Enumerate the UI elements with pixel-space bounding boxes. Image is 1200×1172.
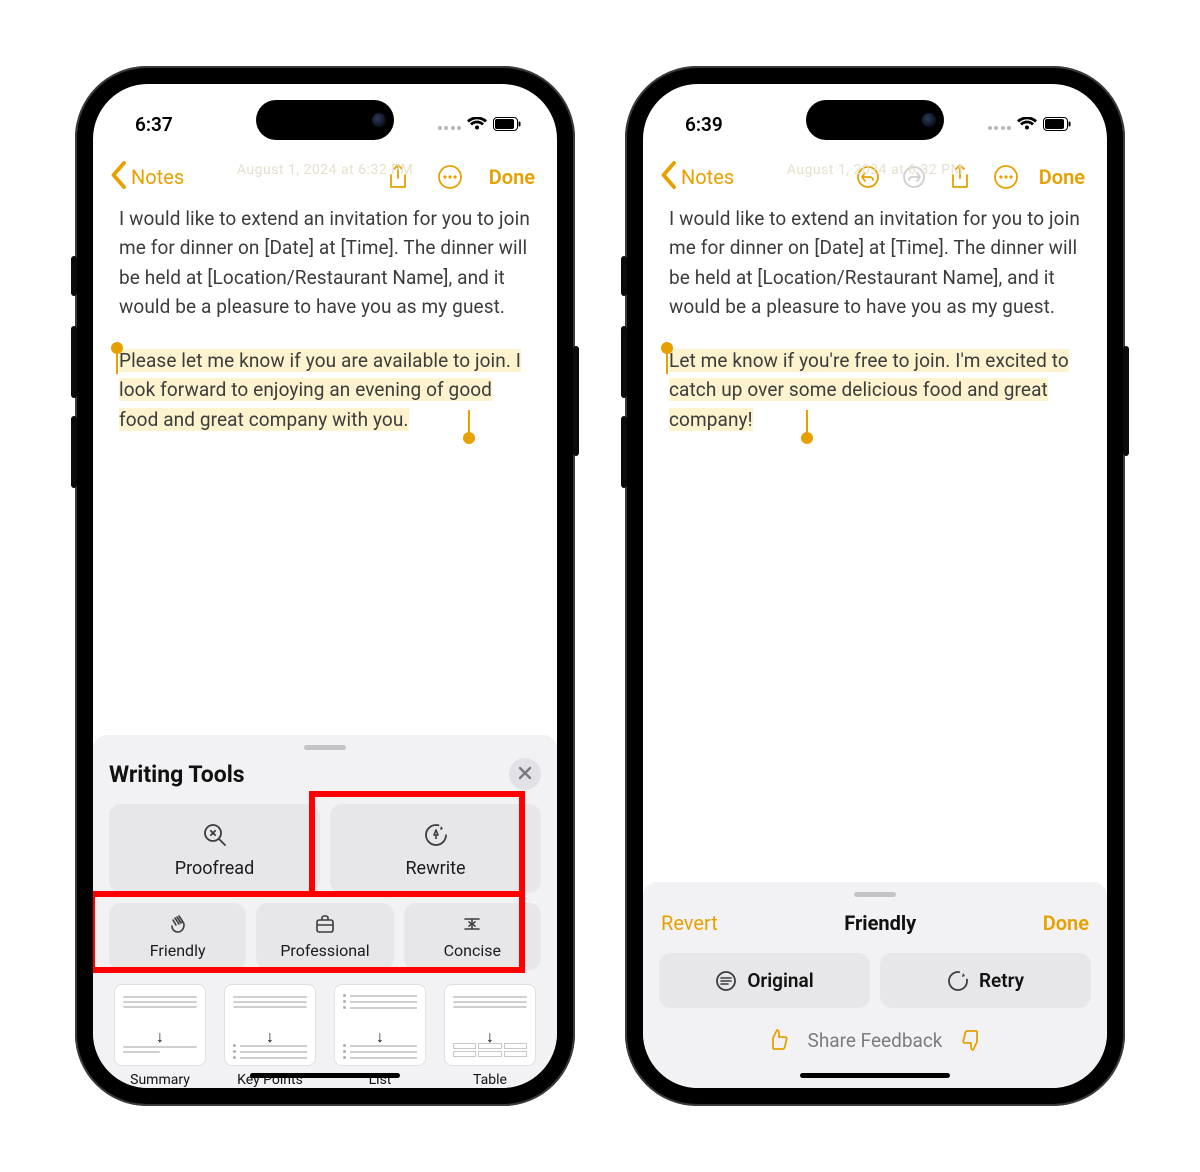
friendly-button[interactable]: Friendly xyxy=(109,903,246,970)
result-mode-label: Friendly xyxy=(844,911,916,935)
more-icon[interactable] xyxy=(993,164,1019,190)
clock: 6:39 xyxy=(685,113,723,136)
original-button[interactable]: Original xyxy=(659,953,870,1008)
power-button xyxy=(573,346,579,456)
retry-button[interactable]: Retry xyxy=(880,953,1091,1008)
back-label: Notes xyxy=(681,165,734,189)
note-timestamp: August 1, 2024 at 6:32 PM xyxy=(237,162,413,178)
professional-button[interactable]: Professional xyxy=(256,903,393,970)
back-button[interactable]: Notes xyxy=(657,160,734,194)
writing-tools-sheet: Writing Tools Proofread xyxy=(93,735,557,1088)
proofread-button[interactable]: Proofread xyxy=(109,804,320,893)
wave-icon xyxy=(167,913,189,935)
thumbs-up-button[interactable] xyxy=(766,1028,790,1052)
note-body[interactable]: I would like to extend an invitation for… xyxy=(93,204,557,735)
volume-button xyxy=(621,256,627,296)
keypoints-thumb-icon: ↓ xyxy=(224,984,316,1066)
note-paragraph-2-selected: Let me know if you're free to join. I'm … xyxy=(669,349,1069,431)
concise-icon xyxy=(461,913,483,935)
screen: 6:39 August 1, 2024 at 6:32 PM Notes xyxy=(643,84,1107,1088)
rewrite-button[interactable]: Rewrite xyxy=(330,804,541,893)
close-icon xyxy=(518,765,532,784)
dynamic-island xyxy=(256,100,394,140)
sheet-title: Writing Tools xyxy=(109,761,245,788)
list-thumb-icon: ↓ xyxy=(334,984,426,1066)
wifi-icon xyxy=(1017,117,1037,132)
note-paragraph-2-selected: Please let me know if you are available … xyxy=(119,349,521,431)
cellular-icon xyxy=(438,118,462,130)
note-paragraph-1: I would like to extend an invitation for… xyxy=(119,204,531,322)
home-indicator[interactable] xyxy=(250,1073,400,1078)
concise-button[interactable]: Concise xyxy=(404,903,541,970)
power-button xyxy=(1123,346,1129,456)
done-button[interactable]: Done xyxy=(489,165,535,189)
selection-caret xyxy=(116,348,118,374)
volume-button xyxy=(71,256,77,296)
summary-thumb-icon: ↓ xyxy=(114,984,206,1066)
dynamic-island xyxy=(806,100,944,140)
wifi-icon xyxy=(467,117,487,132)
sheet-grabber[interactable] xyxy=(854,892,896,897)
briefcase-icon xyxy=(314,913,336,935)
cellular-icon xyxy=(988,118,1012,130)
revert-button[interactable]: Revert xyxy=(661,911,718,935)
magnifier-check-icon xyxy=(202,822,228,848)
note-body[interactable]: I would like to extend an invitation for… xyxy=(643,204,1107,882)
rewrite-icon xyxy=(423,822,449,848)
volume-button xyxy=(71,416,77,488)
more-icon[interactable] xyxy=(437,164,463,190)
chevron-left-icon xyxy=(107,160,129,194)
volume-button xyxy=(621,326,627,398)
screen: 6:37 August 1, 2024 at 6:32 PM Notes xyxy=(93,84,557,1088)
rewrite-result-sheet: Revert Friendly Done Original Retry xyxy=(643,882,1107,1088)
close-button[interactable] xyxy=(509,758,541,790)
volume-button xyxy=(71,326,77,398)
phone-left: 6:37 August 1, 2024 at 6:32 PM Notes xyxy=(75,66,575,1106)
clock: 6:37 xyxy=(135,113,173,136)
nav-bar: August 1, 2024 at 6:32 PM Notes xyxy=(643,154,1107,204)
sheet-grabber[interactable] xyxy=(304,745,346,750)
selection-caret xyxy=(666,348,668,374)
chevron-left-icon xyxy=(657,160,679,194)
note-paragraph-1: I would like to extend an invitation for… xyxy=(669,204,1081,322)
selection-handle-end[interactable] xyxy=(463,432,475,444)
done-button[interactable]: Done xyxy=(1039,165,1085,189)
share-feedback-label[interactable]: Share Feedback xyxy=(808,1029,943,1052)
original-icon xyxy=(715,970,737,992)
retry-icon xyxy=(947,970,969,992)
volume-button xyxy=(621,416,627,488)
table-button[interactable]: ↓ Table xyxy=(441,984,539,1088)
thumbs-down-button[interactable] xyxy=(960,1028,984,1052)
note-timestamp: August 1, 2024 at 6:32 PM xyxy=(787,162,963,178)
back-label: Notes xyxy=(131,165,184,189)
phone-right: 6:39 August 1, 2024 at 6:32 PM Notes xyxy=(625,66,1125,1106)
summary-button[interactable]: ↓ Summary xyxy=(111,984,209,1088)
done-button[interactable]: Done xyxy=(1043,911,1089,935)
battery-icon xyxy=(1043,117,1071,131)
back-button[interactable]: Notes xyxy=(107,160,184,194)
home-indicator[interactable] xyxy=(800,1073,950,1078)
battery-icon xyxy=(493,117,521,131)
selection-handle-end[interactable] xyxy=(801,432,813,444)
nav-bar: August 1, 2024 at 6:32 PM Notes Done xyxy=(93,154,557,204)
table-thumb-icon: ↓ xyxy=(444,984,536,1066)
